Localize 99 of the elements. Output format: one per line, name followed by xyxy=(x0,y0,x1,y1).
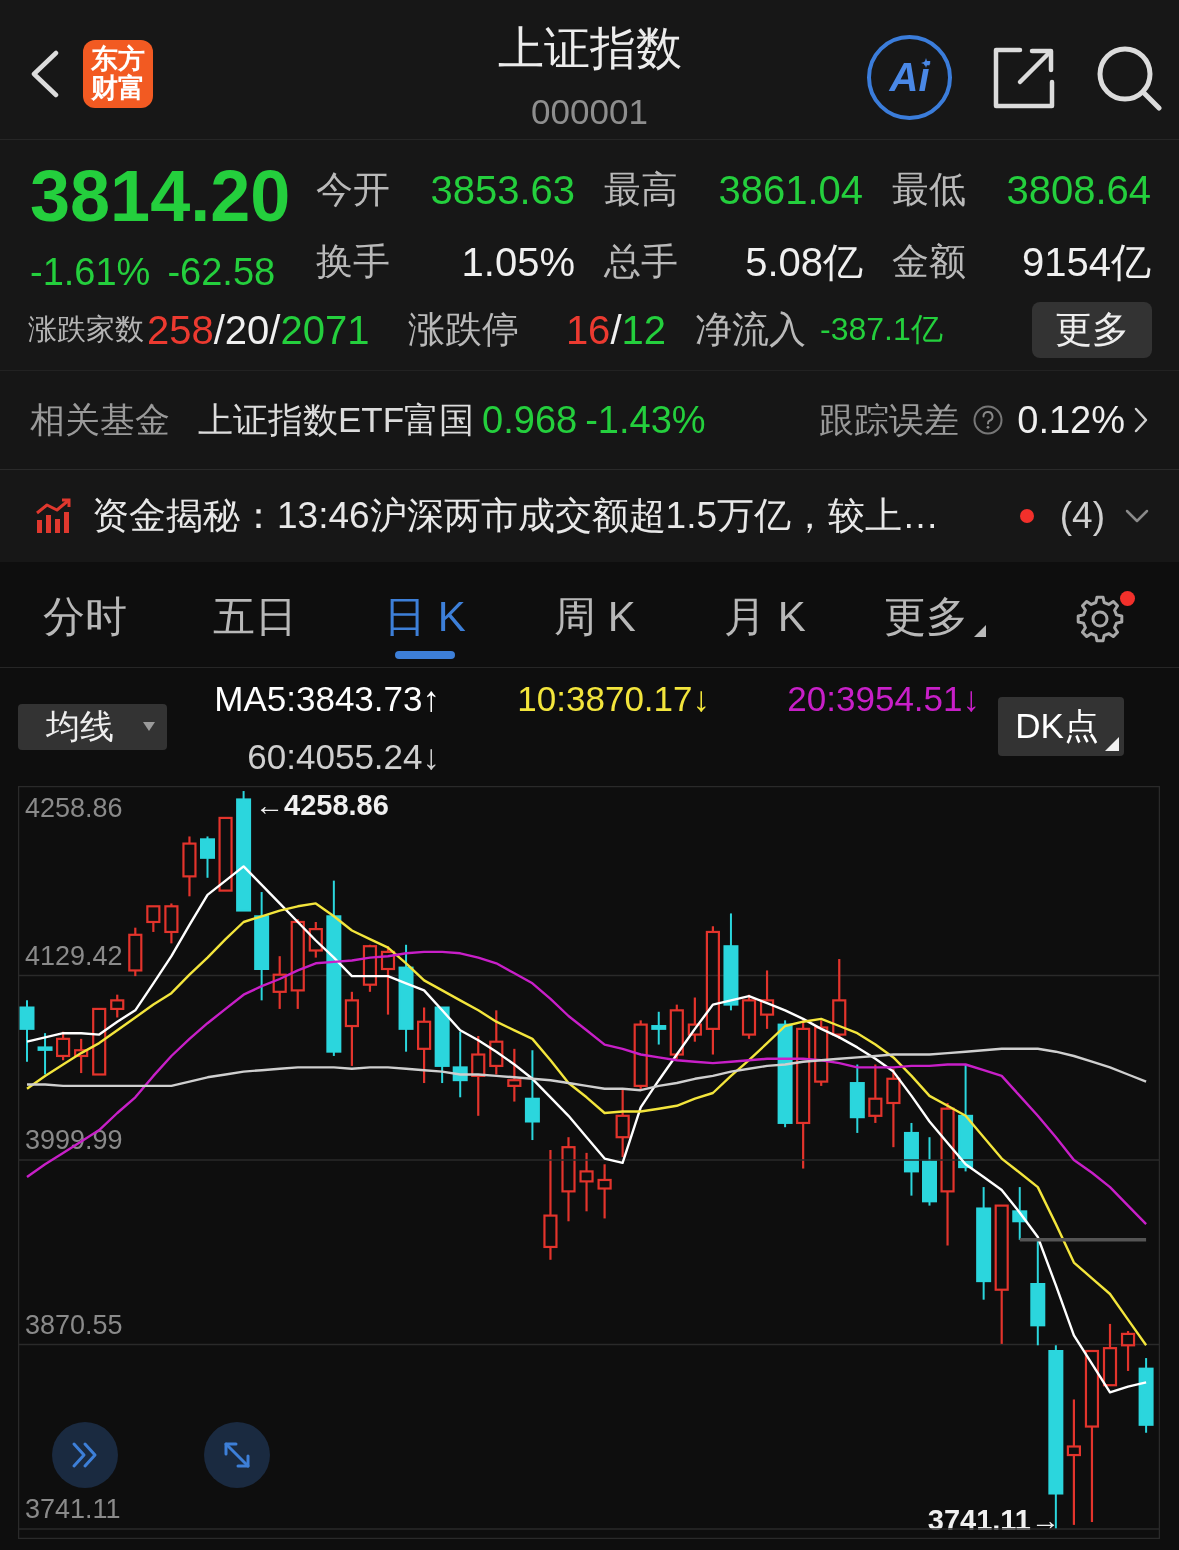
rising-candle xyxy=(687,997,702,1042)
falling-candle xyxy=(922,1136,937,1207)
chevron-right-icon[interactable] xyxy=(1133,406,1149,434)
tracking-error-label: 跟踪误差 xyxy=(819,398,960,441)
fund-change: -1.43% xyxy=(585,398,706,442)
news-headline[interactable]: 资金揭秘：13:46沪深两市成交额超1.5万亿，较上… xyxy=(92,491,940,541)
fund-name[interactable]: 上证指数ETF富国 xyxy=(198,396,475,444)
indicator-dropdown[interactable]: 均线 xyxy=(18,704,167,750)
rising-candle xyxy=(669,1004,684,1059)
news-count: (4) xyxy=(1059,495,1105,537)
rising-candle xyxy=(489,1010,504,1075)
falling-candle xyxy=(200,835,215,879)
rising-candle xyxy=(615,1088,630,1158)
stat-label: 涨跌停 xyxy=(408,308,519,352)
stat-label: 涨跌家数 xyxy=(28,312,144,347)
rising-candle xyxy=(92,1007,107,1076)
stat-value: 9154亿 xyxy=(1022,238,1151,286)
search-icon[interactable] xyxy=(1096,44,1162,111)
dk-point-button[interactable]: DK点 xyxy=(998,697,1124,756)
more-tab[interactable]: 更多 xyxy=(850,570,1020,667)
rising-candle xyxy=(110,994,125,1018)
stat-value: 3808.64 xyxy=(1006,167,1151,213)
rising-candle xyxy=(1102,1323,1118,1387)
falling-candle xyxy=(19,999,35,1063)
period-tab[interactable]: 五日 xyxy=(170,570,340,667)
price-axis-label: 3870.55 xyxy=(25,1309,123,1340)
falling-candle xyxy=(1012,1186,1028,1241)
change-percent: -1.61% xyxy=(30,250,151,295)
settings-icon[interactable] xyxy=(1074,593,1125,644)
change-amount: -62.58 xyxy=(167,250,276,295)
stat-label: 总手 xyxy=(604,240,678,284)
expand-arrows-icon xyxy=(223,1441,251,1469)
stat-value: 3853.63 xyxy=(430,167,575,213)
rising-candle xyxy=(56,1031,71,1061)
falling-candle xyxy=(651,1010,667,1046)
rising-candle xyxy=(1120,1331,1136,1371)
falling-candle xyxy=(452,1030,468,1099)
stat-label: 金额 xyxy=(892,240,966,284)
period-tab[interactable]: 分时 xyxy=(0,570,170,667)
last-price: 3814.20 xyxy=(30,160,292,232)
period-tab[interactable]: 周 K xyxy=(510,570,680,667)
period-tab[interactable]: 月 K xyxy=(680,570,850,667)
stat-label: 最高 xyxy=(604,168,678,212)
stat-value: -387.1亿 xyxy=(820,310,943,349)
price-axis-label: 4129.42 xyxy=(25,940,123,971)
rising-candle xyxy=(741,994,757,1039)
moving-average-value: MA5:3843.73↑ xyxy=(214,679,440,719)
rising-candle xyxy=(507,1048,522,1102)
chevron-down-icon[interactable] xyxy=(1125,509,1149,523)
moving-average-value: 10:3870.17↓ xyxy=(517,679,710,719)
help-icon[interactable] xyxy=(973,405,1004,435)
falling-candle xyxy=(37,1032,53,1076)
price-axis-label: 4258.86 xyxy=(25,793,123,823)
ai-button[interactable]: Ai xyxy=(867,35,952,120)
falling-candle xyxy=(849,1063,865,1134)
stat-label: 净流入 xyxy=(695,308,806,352)
caret-icon xyxy=(143,722,155,732)
rising-candle xyxy=(380,946,396,1015)
fund-label: 相关基金 xyxy=(30,398,170,441)
rising-candle xyxy=(128,927,143,977)
index-title: 上证指数 xyxy=(497,22,682,74)
rising-candle xyxy=(362,944,378,992)
rising-candle xyxy=(814,1020,829,1086)
rising-candle xyxy=(164,903,179,944)
index-code: 000001 xyxy=(530,92,649,132)
moving-average-value: 20:3954.51↓ xyxy=(787,679,980,719)
stat-label: 今开 xyxy=(316,168,390,212)
double-chevron-icon xyxy=(71,1441,99,1469)
rising-candle xyxy=(182,836,197,897)
share-icon[interactable] xyxy=(992,45,1056,110)
advance-decline-count: 258/20/2071 xyxy=(147,307,370,353)
period-tab[interactable]: 日 K xyxy=(340,570,510,667)
rising-candle xyxy=(633,1020,648,1091)
rising-candle xyxy=(146,905,161,932)
rising-candle xyxy=(759,970,775,1029)
rising-candle xyxy=(74,1038,89,1074)
rising-candle xyxy=(272,956,287,1009)
stat-value: 1.05% xyxy=(461,239,575,285)
rising-candle xyxy=(308,922,323,958)
back-icon[interactable] xyxy=(30,50,60,98)
low-price-marker: 3741.11→ xyxy=(927,1504,1060,1536)
caret-icon xyxy=(974,625,986,637)
stat-label: 最低 xyxy=(892,168,966,212)
caret-icon xyxy=(1105,737,1119,751)
rising-candle xyxy=(579,1152,594,1212)
high-price-marker: ←4258.86 xyxy=(255,789,389,821)
stat-value: 5.08亿 xyxy=(745,238,863,286)
limit-up-down-count: 16/12 xyxy=(565,307,666,353)
rising-candle xyxy=(868,1064,883,1123)
more-button[interactable]: 更多 xyxy=(1032,302,1152,358)
stat-value: 3861.04 xyxy=(718,167,863,213)
price-axis-label: 3741.11 xyxy=(25,1494,121,1524)
moving-average-value: 60:4055.24↓ xyxy=(247,737,440,777)
fund-price: 0.968 xyxy=(482,398,578,442)
stat-label: 换手 xyxy=(316,240,390,284)
rising-candle xyxy=(597,1164,612,1219)
tracking-error-value: 0.12% xyxy=(1017,398,1125,442)
chart-icon xyxy=(35,498,73,534)
app-logo: 东方财富 xyxy=(83,40,153,108)
